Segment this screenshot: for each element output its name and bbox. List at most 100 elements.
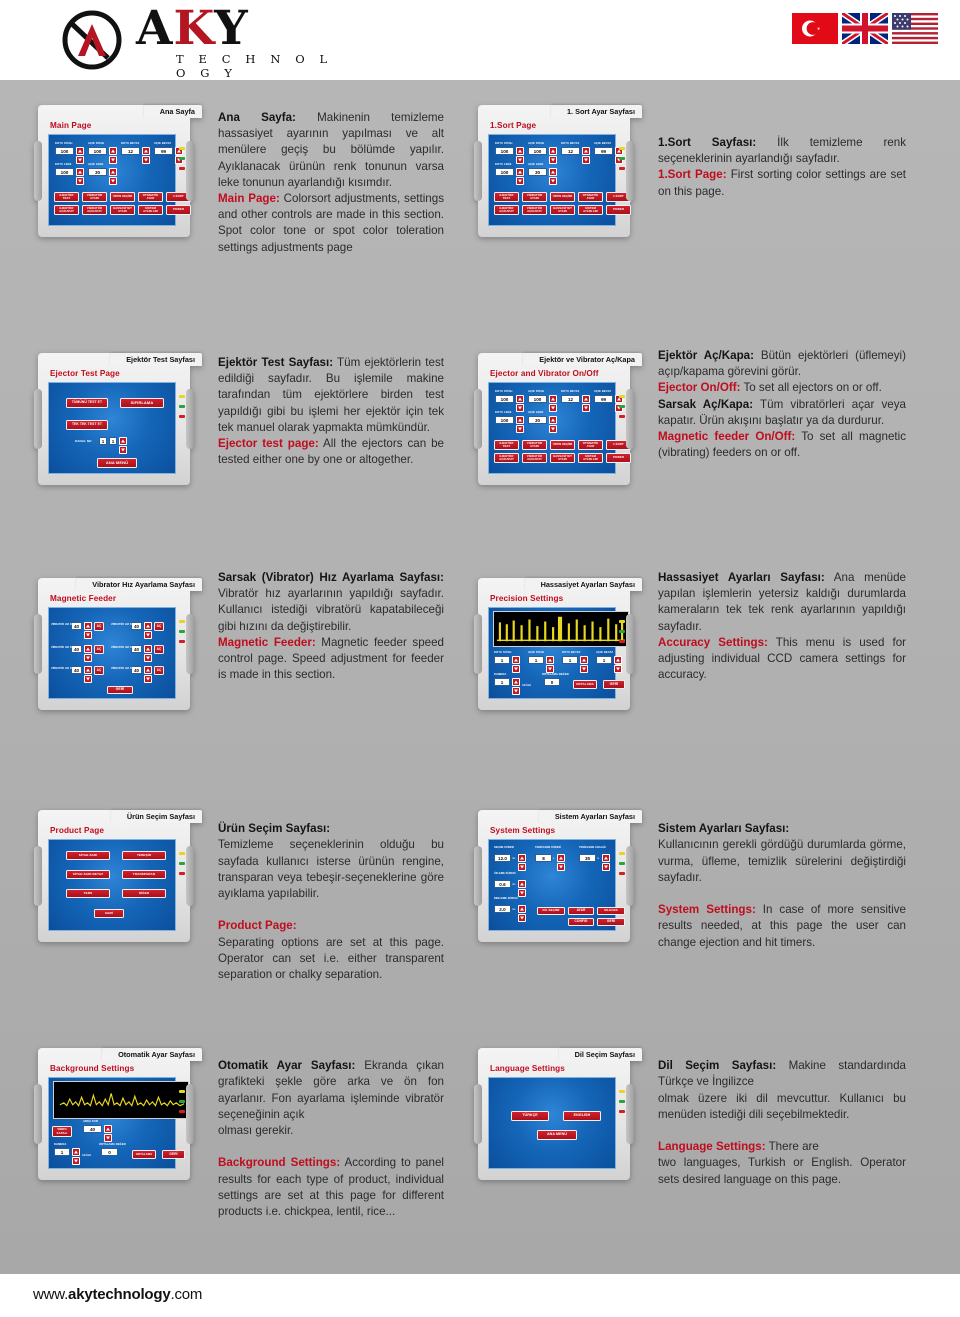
field-acik-siyah[interactable]: AÇIK SİYAH 100 [88,142,117,164]
field-vibrator-6[interactable]: VİBRATÖR HIZ AYARI-6 40 AÇ [111,666,164,683]
stepper[interactable] [516,168,524,185]
button-vibrator-ayari[interactable]: VİBRATÖR AYARI [522,440,547,450]
field-vibrator-2[interactable]: VİBRATÖR HIZ AYARI-2 40 AÇ [51,645,104,662]
arrow-up-icon[interactable] [144,666,152,674]
stepper[interactable] [109,147,117,164]
stepper[interactable] [144,666,152,683]
field-vibrator-5[interactable]: VİBRATÖR HIZ AYARI-5 40 AÇ [111,645,164,662]
button-siyah-sari-beyaz[interactable]: SİYAH-SARI-BEYAZ [66,870,110,879]
button-vibrator-ayari[interactable]: VİBRATÖR AYARI [82,192,107,202]
field-ufleme-suresi[interactable]: ÜFLEME SÜRESİ 0.6 ms [494,872,527,897]
arrow-down-icon[interactable] [144,675,152,683]
field-koyu-leke[interactable]: KOYU LEKE 100 [495,163,524,185]
arrow-up-icon[interactable] [549,147,557,155]
stepper[interactable] [549,168,557,185]
button-vibrator-ackapat[interactable]: VİBRATÖR AÇ/KAPAT [82,205,107,215]
field-ortalama-deger[interactable]: ORTALAMA DEĞER 0 [99,1143,126,1156]
field-kamera[interactable]: KAMERA 1 [494,673,520,695]
button-1-sort[interactable]: 1.SORT [166,192,191,202]
arrow-down-icon[interactable] [104,1134,112,1142]
button-urun-secimi[interactable]: ÜRÜN SEÇİMİ [550,192,575,202]
arrow-down-icon[interactable] [109,177,117,185]
field-acik-siyah[interactable]: AÇIK SİYAH 100 [528,390,557,412]
field-value[interactable]: 2.0 [494,905,511,913]
arrow-up-icon[interactable] [518,880,527,888]
field-secme-suresi[interactable]: SEÇME SÜRESİ 12.0 ms [494,846,527,871]
button-sistem-ayarlari[interactable]: SİSTEM AYARLARI [138,205,163,215]
arrow-down-icon[interactable] [516,425,524,433]
button-ana-menu[interactable]: ANA MENÜ [97,458,137,468]
stepper[interactable] [109,168,117,185]
arrow-down-icon[interactable] [144,654,152,662]
arrow-down-icon[interactable] [518,863,527,871]
stepper[interactable] [549,147,557,164]
field-koyu-siyah[interactable]: KOYU SİYAH 100 [495,142,524,164]
arrow-down-icon[interactable] [546,665,554,673]
arrow-up-icon[interactable] [580,656,588,664]
field-vibrator-1[interactable]: VİBRATÖR HIZ AYARI-1 40 AÇ [51,622,104,639]
button-transparan[interactable]: TRANSPARAN [122,870,166,879]
toggle-ac-1[interactable]: AÇ [94,622,104,631]
field-kanal-no[interactable]: KANAL NO 1 1 [75,437,127,454]
field-koyu-siyah[interactable]: KOYU SİYAH 100 [55,142,84,164]
button-ejektor-test[interactable]: EJEKTÖR TEST [494,440,519,450]
field-acik-leke[interactable]: AÇIK LEKE 30 [528,163,557,185]
stepper[interactable] [512,678,520,695]
stepper[interactable] [518,854,527,871]
arrow-up-icon[interactable] [512,678,520,686]
stepper[interactable] [104,1125,112,1142]
button-ejektor-test[interactable]: EJEKTÖR TEST [494,192,519,202]
button-sifirlama[interactable]: SIFIRLAMA [120,398,164,408]
arrow-down-icon[interactable] [518,889,527,897]
stepper[interactable] [84,666,92,683]
arrow-up-icon[interactable] [119,437,127,445]
button-config[interactable]: CONFIG [568,918,594,926]
field-acik-beyaz[interactable]: AÇIK BEYAZ 1 [596,651,622,673]
field-value[interactable]: 35 [579,854,596,862]
button-ters[interactable]: TERS [66,889,110,898]
field-value[interactable]: 1 [494,656,510,664]
arrow-up-icon[interactable] [614,656,622,664]
field-acik-siyah[interactable]: AÇIK SİYAH 1 [528,651,554,673]
stepper[interactable] [84,645,92,662]
arrow-down-icon[interactable] [84,631,92,639]
field-bekleme-suresi[interactable]: BEKLEME SÜRESİ 2.0 ms [494,897,527,922]
field-value[interactable]: 12 [121,147,140,155]
field-value[interactable]: 100 [495,147,514,155]
field-value[interactable]: 1 [528,656,544,664]
button-geri[interactable]: GERİ [107,686,133,694]
toggle-ac-2[interactable]: AÇ [94,645,104,654]
arrow-down-icon[interactable] [582,404,590,412]
field-value[interactable]: 100 [528,147,547,155]
button-geri[interactable]: GERİ [162,1150,185,1159]
arrow-down-icon[interactable] [516,156,524,164]
stepper[interactable] [516,147,524,164]
stepper[interactable] [549,395,557,412]
field-acik-leke[interactable]: AÇIK LEKE 30 [88,163,117,185]
toggle-ac-6[interactable]: AÇ [154,666,164,675]
button-geri[interactable]: GERİ [94,909,124,918]
button-tebesir[interactable]: TEBEŞİR [122,851,166,860]
button-urun-secimi[interactable]: ÜRÜN SEÇİMİ [110,192,135,202]
field-value[interactable]: 0 [101,1148,118,1156]
arrow-up-icon[interactable] [76,147,84,155]
button-sistem-ayarlari[interactable]: SİSTEM AYARLARI [578,205,603,215]
button-geri[interactable]: GERİ [603,680,625,689]
field-koyu-siyah[interactable]: KOYU SİYAH 1 [494,651,520,673]
field-vibrator-3[interactable]: VİBRATÖR HIZ AYARI-3 40 AÇ [51,666,104,683]
stepper[interactable] [76,168,84,185]
arrow-down-icon[interactable] [580,665,588,673]
button-hassasiyet-ayari[interactable]: HASSASİYET AYARI [550,205,575,215]
arrow-down-icon[interactable] [84,675,92,683]
field-value[interactable]: 100 [528,395,547,403]
field-value-2[interactable]: 1 [109,437,117,445]
arrow-down-icon[interactable] [549,156,557,164]
stepper[interactable] [580,656,588,673]
button-turkce[interactable]: TÜRKÇE [511,1111,549,1121]
arrow-up-icon[interactable] [549,395,557,403]
field-value[interactable]: 100 [55,168,74,176]
button-siyah-sari[interactable]: SİYAH-SARI [66,851,110,860]
button-hassasiyet-ayari[interactable]: HASSASİYET AYARI [110,205,135,215]
arrow-up-icon[interactable] [516,168,524,176]
field-value[interactable]: 0 [544,678,560,686]
